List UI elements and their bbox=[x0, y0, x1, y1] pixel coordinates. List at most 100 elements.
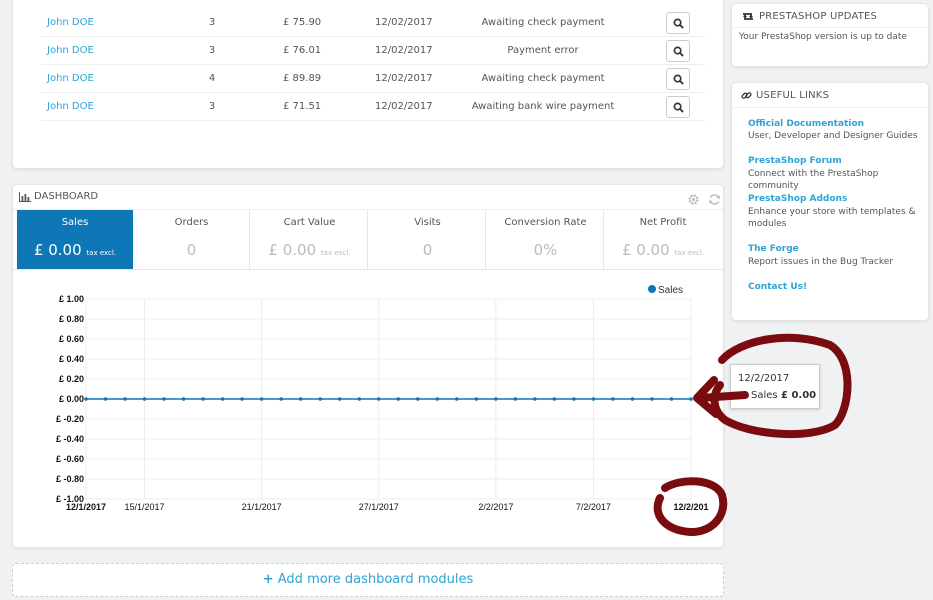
kpi-sales[interactable]: Sales £ 0.00 tax excl. bbox=[17, 210, 133, 269]
data-point bbox=[650, 397, 654, 401]
table-row: John DOE 3 £ 75.90 12/02/2017 Awaiting c… bbox=[41, 9, 705, 37]
dashboard-title: DASHBOARD bbox=[34, 191, 99, 202]
data-point bbox=[181, 397, 186, 401]
sales-chart: £ 1.00 £ 0.80 £ 0.60 £ 0.40 £ 0.20 £ 0.00 £ -0… bbox=[56, 285, 709, 512]
order-status: Awaiting check payment bbox=[481, 17, 605, 28]
x-tick-label: 2/2/2017 bbox=[478, 502, 513, 512]
customer-link[interactable]: John DOE bbox=[47, 101, 94, 112]
add-dashboard-modules-button[interactable]: + Add more dashboard modules bbox=[12, 563, 724, 597]
kpi-label: Net Profit bbox=[639, 217, 687, 228]
bar-chart-icon bbox=[19, 191, 31, 202]
search-icon bbox=[673, 74, 684, 85]
kpi-label: Conversion Rate bbox=[504, 217, 587, 228]
link-official-documentation[interactable]: Official Documentation bbox=[748, 119, 864, 129]
order-status: Awaiting check payment bbox=[481, 73, 605, 84]
kpi-value: £ 0.00 tax excl. bbox=[268, 241, 351, 259]
view-order-button[interactable] bbox=[666, 40, 690, 62]
customer-link[interactable]: John DOE bbox=[47, 73, 94, 84]
kpi-value: 0 bbox=[422, 241, 433, 259]
order-total: £ 76.01 bbox=[283, 45, 322, 56]
search-icon bbox=[673, 18, 684, 29]
data-point bbox=[513, 397, 518, 401]
updates-header: PRESTASHOP UPDATES bbox=[741, 11, 877, 22]
kpi-label: Orders bbox=[174, 217, 209, 228]
tooltip-value: £ 0.00 bbox=[781, 390, 817, 401]
add-more-label: Add more dashboard modules bbox=[277, 572, 474, 587]
link-description: Connect with the PrestaShop community bbox=[748, 169, 879, 191]
links-header: USEFUL LINKS bbox=[741, 90, 829, 101]
data-point bbox=[357, 397, 362, 401]
x-tick-label: 15/1/2017 bbox=[125, 502, 165, 512]
data-point bbox=[415, 397, 420, 401]
link-description: Report issues in the Bug Tracker bbox=[748, 257, 893, 267]
y-tick-label: £ 0.80 bbox=[59, 314, 84, 324]
link-prestashop-forum[interactable]: PrestaShop Forum bbox=[748, 156, 842, 166]
link-the-forge[interactable]: The Forge bbox=[748, 244, 799, 254]
tooltip-series-name: Sales bbox=[751, 390, 778, 401]
table-row: John DOE 3 £ 76.01 12/02/2017 Payment er… bbox=[41, 37, 705, 65]
order-total: £ 71.51 bbox=[283, 101, 322, 112]
y-tick-label: £ 0.00 bbox=[59, 394, 84, 404]
data-point bbox=[318, 397, 322, 401]
data-point bbox=[337, 397, 342, 401]
link-contact-us[interactable]: Contact Us! bbox=[748, 282, 807, 292]
order-total: £ 89.89 bbox=[283, 73, 322, 84]
data-point bbox=[591, 397, 596, 401]
data-point bbox=[455, 397, 459, 401]
chart-tooltip: 12/2/2017 Sales £ 0.00 bbox=[730, 364, 820, 409]
tooltip-date: 12/2/2017 bbox=[738, 373, 790, 384]
kpi-cart-value[interactable]: Cart Value £ 0.00 tax excl. bbox=[252, 210, 368, 269]
order-date: 12/02/2017 bbox=[375, 17, 433, 28]
links-title: USEFUL LINKS bbox=[756, 90, 830, 101]
y-tick-label: £ -0.60 bbox=[56, 454, 84, 464]
y-tick-label: £ 0.60 bbox=[59, 334, 84, 344]
link-description: Enhance your store with templates & modu… bbox=[748, 207, 916, 229]
link-prestashop-addons[interactable]: PrestaShop Addons bbox=[748, 194, 847, 204]
order-quantity: 3 bbox=[208, 17, 216, 28]
data-point bbox=[123, 397, 127, 401]
data-point bbox=[474, 397, 479, 401]
refresh-icon bbox=[708, 193, 720, 205]
legend-swatch bbox=[648, 285, 656, 293]
refresh-button[interactable] bbox=[704, 191, 724, 207]
link-description: User, Developer and Designer Guides bbox=[748, 131, 918, 141]
kpi-net-profit[interactable]: Net Profit £ 0.00 tax excl. bbox=[605, 210, 721, 269]
updates-title: PRESTASHOP UPDATES bbox=[759, 11, 878, 22]
refresh-icon bbox=[743, 13, 753, 20]
order-total: £ 75.90 bbox=[283, 17, 322, 28]
data-point bbox=[201, 397, 205, 401]
x-tick-label: 21/1/2017 bbox=[242, 502, 282, 512]
customer-link[interactable]: John DOE bbox=[47, 17, 94, 28]
dashboard-panel: DASHBOARD Sales £ 0.00 tax excl. Orders … bbox=[12, 184, 724, 548]
view-order-button[interactable] bbox=[666, 96, 690, 118]
gear-icon bbox=[687, 193, 699, 205]
dashboard-header: DASHBOARD bbox=[19, 191, 98, 202]
x-tick-label: 7/2/2017 bbox=[576, 502, 611, 512]
data-point bbox=[611, 397, 615, 401]
data-point bbox=[552, 397, 557, 401]
data-point bbox=[533, 397, 537, 401]
data-point bbox=[162, 397, 166, 401]
configure-button[interactable] bbox=[683, 191, 703, 207]
data-point bbox=[494, 397, 498, 401]
view-order-button[interactable] bbox=[666, 12, 690, 34]
order-quantity: 3 bbox=[208, 45, 216, 56]
order-date: 12/02/2017 bbox=[375, 101, 433, 112]
data-point bbox=[630, 397, 635, 401]
kpi-visits[interactable]: Visits 0 bbox=[370, 210, 486, 269]
order-quantity: 3 bbox=[208, 101, 216, 112]
kpi-orders[interactable]: Orders 0 bbox=[134, 210, 250, 269]
kpi-label: Cart Value bbox=[283, 217, 336, 228]
customer-link[interactable]: John DOE bbox=[47, 45, 94, 56]
updates-panel: PRESTASHOP UPDATES Your PrestaShop versi… bbox=[731, 3, 929, 67]
kpi-label: Sales bbox=[61, 217, 89, 228]
kpi-conversion-rate[interactable]: Conversion Rate 0% bbox=[488, 210, 604, 269]
tooltip-series-swatch bbox=[738, 393, 744, 399]
view-order-button[interactable] bbox=[666, 68, 690, 90]
kpi-value: £ 0.00 tax excl. bbox=[621, 241, 705, 259]
legend-label: Sales bbox=[658, 285, 683, 296]
kpi-value: £ 0.00 tax excl. bbox=[33, 241, 117, 259]
search-icon bbox=[673, 46, 684, 57]
kpi-value: 0% bbox=[533, 241, 558, 259]
data-point bbox=[84, 397, 88, 401]
